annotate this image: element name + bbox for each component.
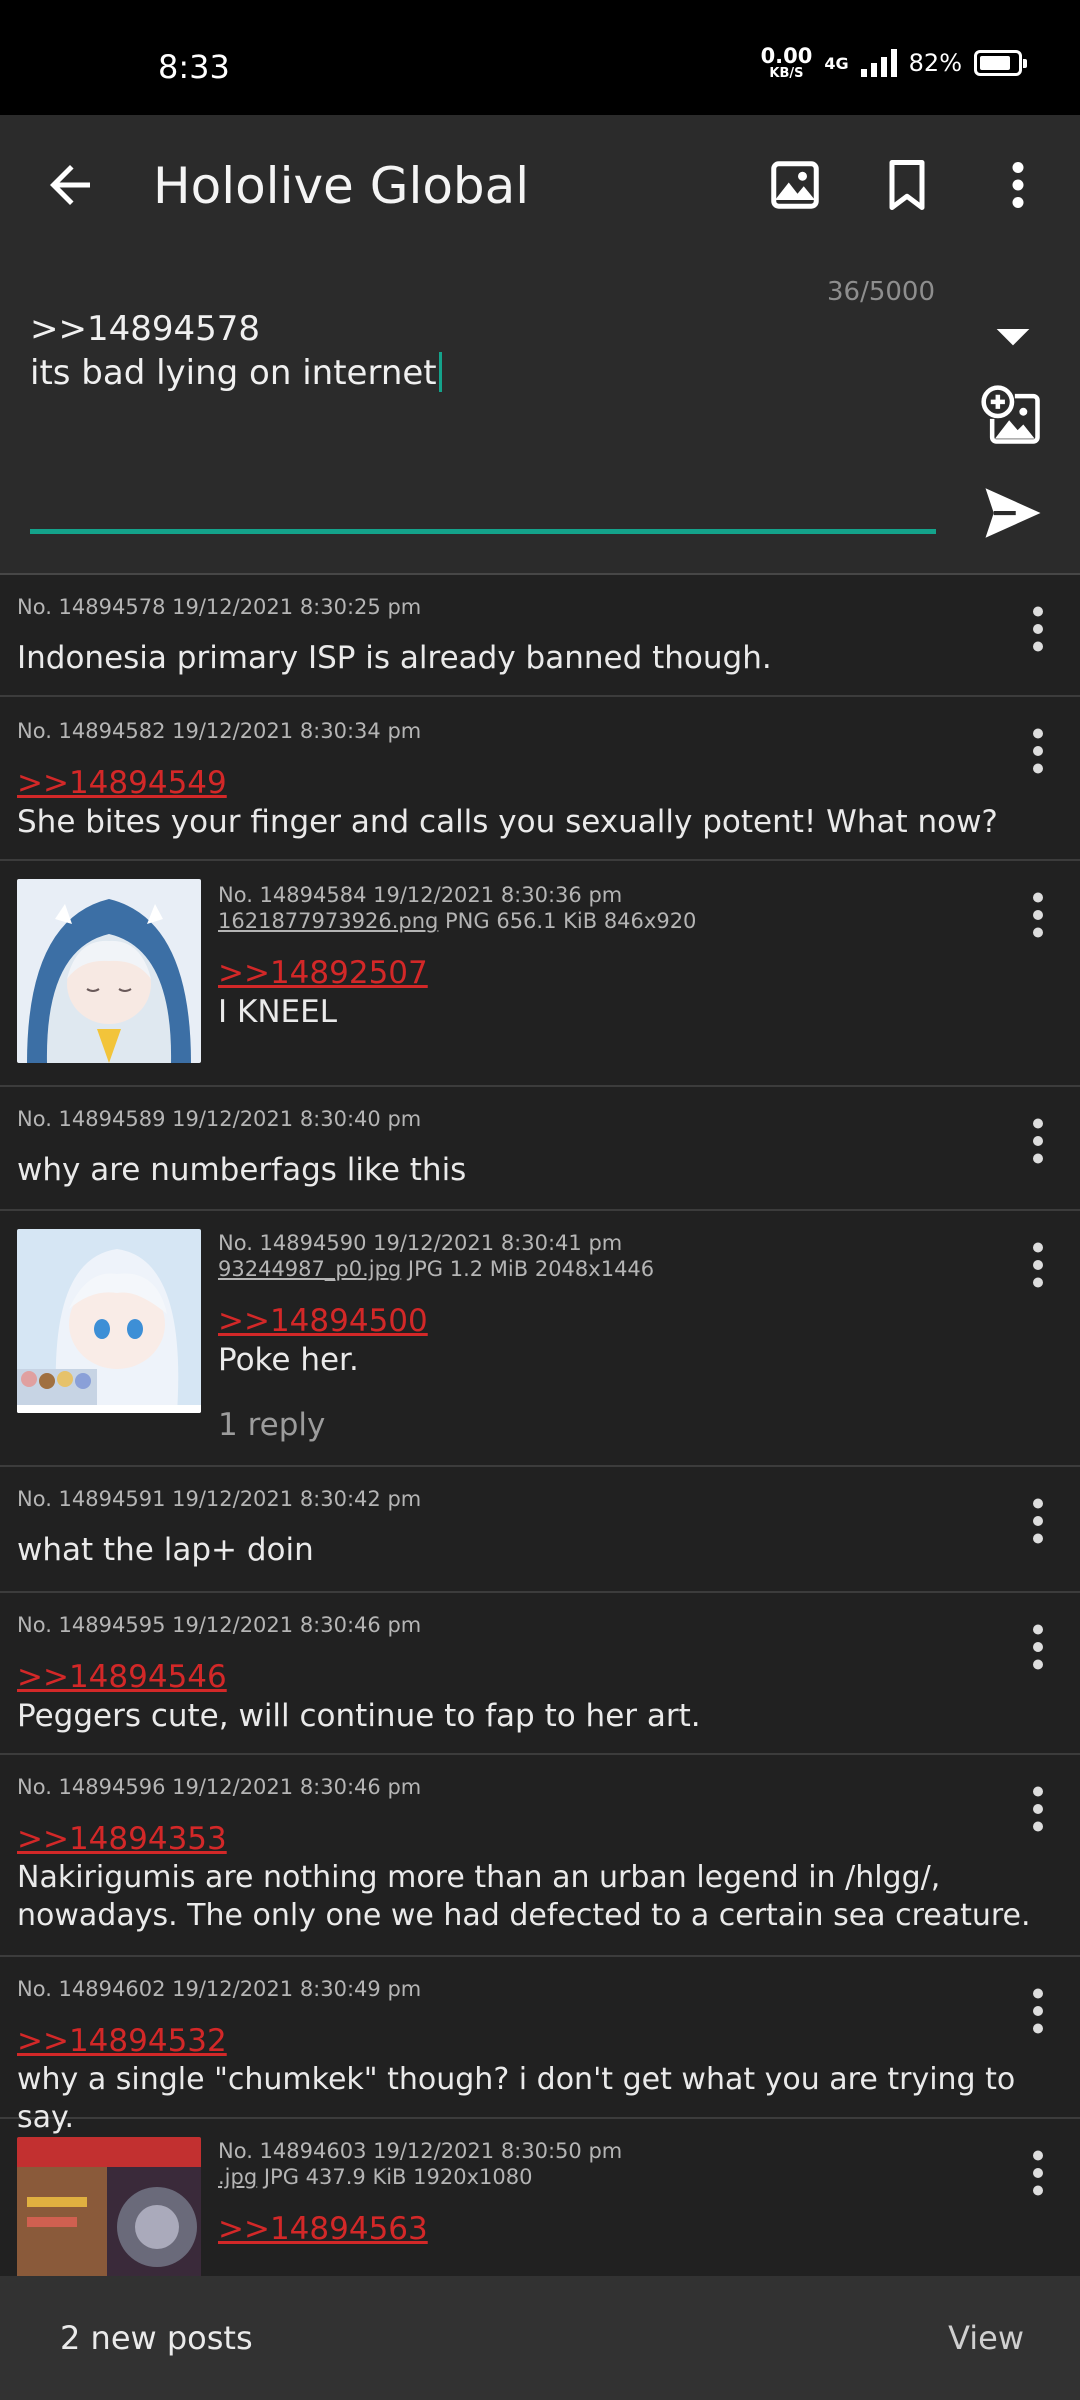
bookmark-icon[interactable] bbox=[877, 155, 937, 215]
post-meta: No. 14894590 19/12/2021 8:30:41 pm bbox=[218, 1231, 623, 1255]
app-bar: Hololive Global bbox=[0, 115, 1080, 255]
post-quote-link[interactable]: >>14894549 bbox=[17, 765, 227, 801]
post-meta: No. 14894591 19/12/2021 8:30:42 pm bbox=[17, 1487, 422, 1511]
net-speed-value: 0.00 bbox=[760, 44, 813, 68]
post-meta: No. 14894595 19/12/2021 8:30:46 pm bbox=[17, 1613, 422, 1637]
post-meta: No. 14894584 19/12/2021 8:30:36 pm bbox=[218, 883, 623, 907]
input-underline bbox=[30, 529, 936, 534]
post-file-name[interactable]: 1621877973926.png bbox=[218, 909, 438, 933]
post-menu-icon[interactable] bbox=[1016, 1779, 1060, 1839]
post-meta: No. 14894589 19/12/2021 8:30:40 pm bbox=[17, 1107, 422, 1131]
post-menu-icon[interactable] bbox=[1016, 599, 1060, 659]
status-time: 8:33 bbox=[158, 48, 230, 86]
post-item[interactable]: No. 14894578 19/12/2021 8:30:25 pm Indon… bbox=[0, 577, 1080, 697]
post-file-details: PNG 656.1 KiB 846x920 bbox=[438, 909, 697, 933]
post-quote-link[interactable]: >>14894563 bbox=[218, 2211, 428, 2247]
post-thumbnail[interactable] bbox=[17, 1229, 201, 1413]
post-item[interactable]: No. 14894589 19/12/2021 8:30:40 pm why a… bbox=[0, 1089, 1080, 1211]
post-body: what the lap+ doin bbox=[17, 1532, 314, 1568]
post-item[interactable]: No. 14894602 19/12/2021 8:30:49 pm >>148… bbox=[0, 1959, 1080, 2135]
post-meta: No. 14894603 19/12/2021 8:30:50 pm bbox=[218, 2139, 623, 2163]
post-meta: No. 14894596 19/12/2021 8:30:46 pm bbox=[17, 1775, 422, 1799]
net-speed-unit: KB/S bbox=[769, 66, 804, 81]
post-quote-link[interactable]: >>14894353 bbox=[17, 1821, 227, 1857]
post-item[interactable]: No. 14894590 19/12/2021 8:30:41 pm 93244… bbox=[0, 1213, 1080, 1467]
post-menu-icon[interactable] bbox=[1016, 885, 1060, 945]
post-file-name[interactable]: .jpg bbox=[218, 2165, 257, 2189]
post-quote-link[interactable]: >>14894500 bbox=[218, 1303, 428, 1339]
post-menu-icon[interactable] bbox=[1016, 2143, 1060, 2203]
net-speed: 0.00 KB/S bbox=[760, 44, 813, 81]
post-quote-link[interactable]: >>14894532 bbox=[17, 2023, 227, 2059]
send-icon[interactable] bbox=[980, 480, 1046, 546]
post-replies-link[interactable]: 1 reply bbox=[218, 1407, 325, 1443]
page-title: Hololive Global bbox=[153, 157, 530, 215]
post-item[interactable]: No. 14894596 19/12/2021 8:30:46 pm >>148… bbox=[0, 1757, 1080, 1957]
reply-input-text: >>14894578 its bad lying on internet bbox=[30, 309, 437, 393]
reply-box: 36/5000 >>14894578 its bad lying on inte… bbox=[0, 255, 1080, 575]
more-vert-icon[interactable] bbox=[1000, 155, 1036, 215]
post-menu-icon[interactable] bbox=[1016, 1981, 1060, 2041]
post-file-info: 93244987_p0.jpg JPG 1.2 MiB 2048x1446 bbox=[218, 1257, 654, 1281]
post-body: why are numberfags like this bbox=[17, 1152, 467, 1188]
new-posts-snackbar: 2 new posts View bbox=[0, 2276, 1080, 2400]
post-item[interactable]: No. 14894584 19/12/2021 8:30:36 pm 16218… bbox=[0, 863, 1080, 1087]
reply-input[interactable]: >>14894578 its bad lying on internet bbox=[30, 307, 930, 395]
char-counter: 36/5000 bbox=[826, 277, 935, 307]
post-body: Indonesia primary ISP is already banned … bbox=[17, 640, 772, 676]
post-item[interactable]: No. 14894591 19/12/2021 8:30:42 pm what … bbox=[0, 1469, 1080, 1593]
post-meta: No. 14894582 19/12/2021 8:30:34 pm bbox=[17, 719, 422, 743]
image-icon[interactable] bbox=[765, 155, 825, 215]
post-meta: No. 14894578 19/12/2021 8:30:25 pm bbox=[17, 595, 422, 619]
post-file-info: .jpg JPG 437.9 KiB 1920x1080 bbox=[218, 2165, 532, 2189]
post-menu-icon[interactable] bbox=[1016, 1491, 1060, 1551]
post-item[interactable]: No. 14894582 19/12/2021 8:30:34 pm >>148… bbox=[0, 699, 1080, 861]
post-thumbnail[interactable] bbox=[17, 879, 201, 1063]
post-file-details: JPG 437.9 KiB 1920x1080 bbox=[257, 2165, 533, 2189]
post-file-details: JPG 1.2 MiB 2048x1446 bbox=[401, 1257, 655, 1281]
post-body: She bites your finger and calls you sexu… bbox=[17, 804, 998, 840]
post-menu-icon[interactable] bbox=[1016, 1111, 1060, 1171]
post-menu-icon[interactable] bbox=[1016, 1235, 1060, 1295]
post-file-info: 1621877973926.png PNG 656.1 KiB 846x920 bbox=[218, 909, 696, 933]
expand-dropdown-icon[interactable] bbox=[985, 308, 1041, 364]
post-menu-icon[interactable] bbox=[1016, 721, 1060, 781]
post-quote-link[interactable]: >>14892507 bbox=[218, 955, 428, 991]
text-caret bbox=[438, 352, 442, 392]
post-body: I KNEEL bbox=[218, 994, 337, 1030]
post-body: Nakirigumis are nothing more than an urb… bbox=[17, 1860, 1031, 1933]
post-body: Poke her. bbox=[218, 1342, 359, 1378]
post-body: Peggers cute, will continue to fap to he… bbox=[17, 1698, 701, 1734]
post-quote-link[interactable]: >>14894546 bbox=[17, 1659, 227, 1695]
post-item[interactable]: No. 14894595 19/12/2021 8:30:46 pm >>148… bbox=[0, 1595, 1080, 1755]
post-item[interactable]: No. 14894603 19/12/2021 8:30:50 pm .jpg … bbox=[0, 2121, 1080, 2321]
post-menu-icon[interactable] bbox=[1016, 1617, 1060, 1677]
battery-icon bbox=[974, 50, 1027, 76]
post-file-name[interactable]: 93244987_p0.jpg bbox=[218, 1257, 401, 1281]
view-button[interactable]: View bbox=[948, 2319, 1024, 2357]
back-arrow-icon[interactable] bbox=[40, 155, 100, 215]
attach-image-icon[interactable] bbox=[978, 382, 1046, 450]
status-bar: 8:33 0.00 KB/S 4G 82% bbox=[0, 0, 1080, 115]
battery-percent: 82% bbox=[908, 49, 962, 77]
signal-icon bbox=[860, 49, 897, 77]
network-type: 4G bbox=[824, 53, 849, 73]
snackbar-message: 2 new posts bbox=[60, 2319, 253, 2357]
status-indicators: 0.00 KB/S 4G 82% bbox=[760, 44, 1027, 81]
post-meta: No. 14894602 19/12/2021 8:30:49 pm bbox=[17, 1977, 422, 2001]
